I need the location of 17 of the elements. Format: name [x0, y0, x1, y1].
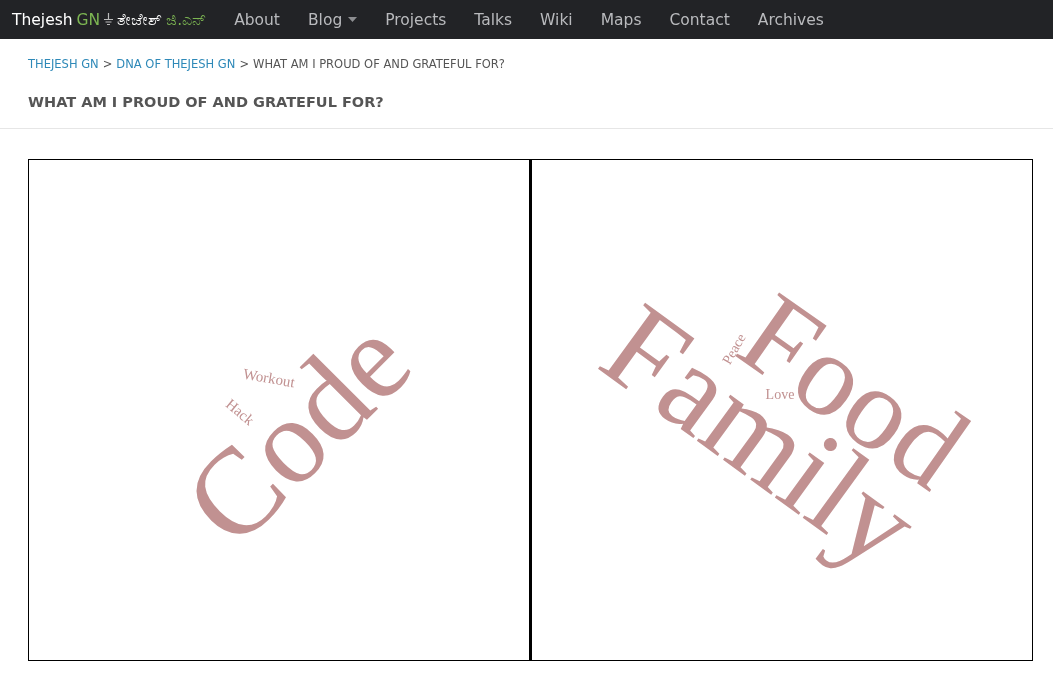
caret-icon — [348, 17, 358, 22]
site-logo[interactable]: Thejesh GN ತೇಜೇಶ್ ಜಿ.ಎನ್ — [12, 10, 207, 29]
nav-link[interactable]: Archives — [743, 10, 838, 29]
breadcrumb-current: WHAT AM I PROUD OF AND GRATEFUL FOR? — [253, 57, 505, 71]
breadcrumb-link[interactable]: DNA OF THEJESH GN — [116, 57, 236, 71]
ground-symbol-icon — [104, 12, 114, 27]
nav-link[interactable]: Wiki — [526, 10, 587, 29]
nav-link[interactable]: Blog — [293, 10, 372, 29]
nav-link[interactable]: About — [220, 10, 294, 29]
breadcrumb-separator: > — [102, 57, 113, 71]
nav-link[interactable]: Maps — [586, 10, 656, 29]
page-title: WHAT AM I PROUD OF AND GRATEFUL FOR? — [0, 71, 1053, 129]
nav-link[interactable]: Talks — [460, 10, 527, 29]
breadcrumb-link[interactable]: THEJESH GN — [28, 57, 99, 71]
nav-link[interactable]: Projects — [371, 10, 461, 29]
breadcrumb-separator: > — [239, 57, 249, 71]
nav-link[interactable]: Contact — [655, 10, 744, 29]
